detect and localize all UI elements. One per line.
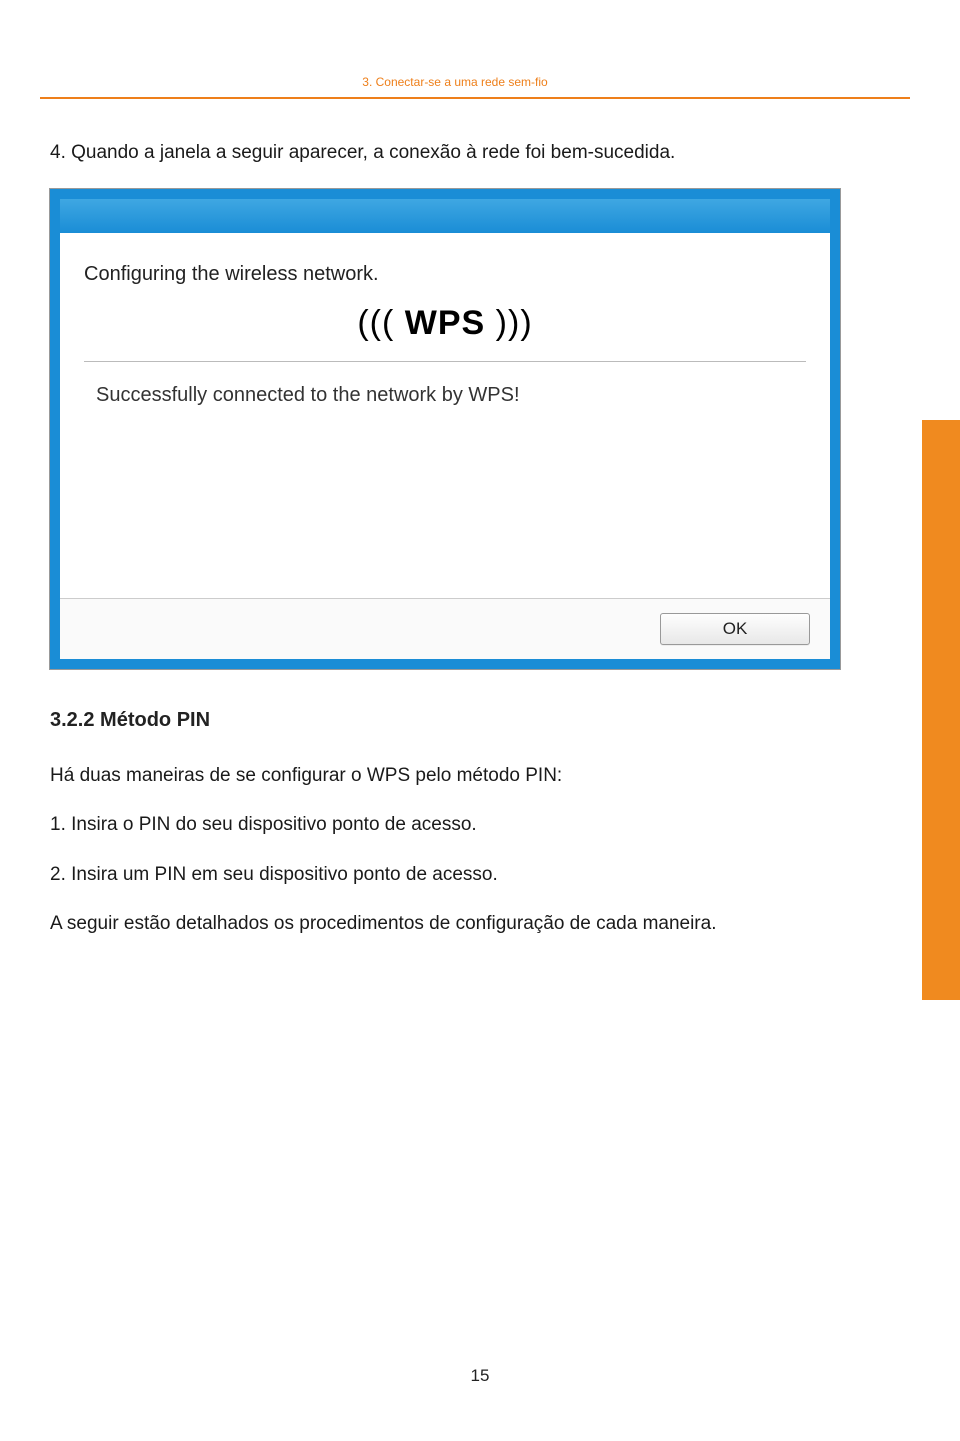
success-message: Successfully connected to the network by… [84, 384, 806, 407]
pin-option-2: 2. Insira um PIN em seu dispositivo pont… [50, 861, 830, 889]
pin-closing-text: A seguir estão detalhados os procediment… [50, 910, 830, 938]
dialog-body: Configuring the wireless network. ((( WP… [60, 233, 830, 659]
header-divider [40, 97, 910, 99]
section-heading-3-2-2: 3.2.2 Método PIN [50, 709, 960, 732]
configuring-label: Configuring the wireless network. [84, 263, 806, 286]
chapter-breadcrumb: 3. Conectar-se a uma rede sem-fio [50, 75, 860, 89]
page-number: 15 [0, 1366, 960, 1386]
wps-dialog-screenshot: Configuring the wireless network. ((( WP… [50, 189, 840, 669]
pin-option-1: 1. Insira o PIN do seu dispositivo ponto… [50, 811, 830, 839]
ok-button[interactable]: OK [660, 613, 810, 645]
step-4-text: 4. Quando a janela a seguir aparecer, a … [50, 139, 830, 167]
dialog-divider [84, 361, 806, 362]
wps-logo: ((( WPS ))) [84, 304, 806, 343]
side-tab-decoration [922, 420, 960, 1000]
pin-intro-text: Há duas maneiras de se configurar o WPS … [50, 762, 830, 790]
dialog-button-row: OK [60, 598, 830, 659]
manual-page: 3. Conectar-se a uma rede sem-fio 4. Qua… [0, 0, 960, 1441]
window-titlebar [60, 199, 830, 233]
